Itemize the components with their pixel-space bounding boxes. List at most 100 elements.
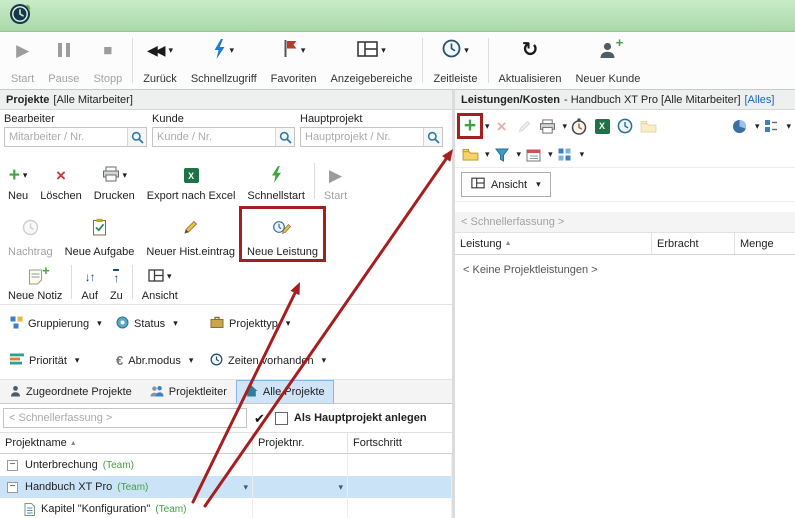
schnellzugriff-button[interactable]: ▾ Schnellzugriff — [184, 33, 264, 88]
chevron-down-icon[interactable]: ▾ — [580, 150, 585, 159]
projects-filter-row1: Gruppierung ▾ Status ▾ Projekttyp ▾ — [0, 305, 452, 342]
neue-notiz-button[interactable]: + Neue Notiz — [2, 260, 68, 304]
neue-leistung-button[interactable]: Neue Leistung — [241, 208, 324, 260]
chevron-down-icon[interactable]: ▾ — [229, 46, 234, 55]
services-ansicht-button[interactable]: Ansicht ▾ — [461, 172, 551, 197]
calendar-button[interactable] — [522, 144, 544, 166]
pie-chart-button[interactable] — [729, 115, 751, 137]
blocks-button[interactable] — [554, 144, 576, 166]
alles-link[interactable]: [Alles] — [745, 94, 775, 106]
plus-badge-icon: + — [42, 264, 50, 277]
projects-title: Projekte — [6, 94, 49, 106]
zeitleiste-button[interactable]: ▾ Zeitleiste — [426, 33, 484, 88]
bearbeiter-input[interactable] — [5, 128, 127, 146]
prioritaet-button[interactable]: Priorität ▾ — [4, 349, 102, 372]
chevron-down-icon[interactable]: ▾ — [169, 46, 174, 55]
chevron-down-icon[interactable]: ▾ — [517, 150, 522, 159]
favoriten-button[interactable]: ▾ Favoriten — [264, 33, 324, 88]
tab-zugeordnete-projekte[interactable]: Zugeordnete Projekte — [1, 380, 141, 403]
inline-dropdown-icon[interactable]: ▾ — [243, 482, 248, 493]
chevron-down-icon[interactable]: ▾ — [75, 356, 80, 365]
neuer-hist-eintrag-button[interactable]: Neuer Hist.eintrag — [140, 208, 241, 260]
projekttyp-button[interactable]: Projekttyp ▾ — [204, 312, 296, 335]
ansicht-button[interactable]: ▾ Ansicht — [136, 260, 184, 304]
chevron-down-icon[interactable]: ▾ — [786, 122, 791, 131]
search-button[interactable] — [423, 128, 442, 146]
aktualisieren-button[interactable]: ↻ Aktualisieren — [492, 33, 569, 88]
export-excel-button[interactable]: X Export nach Excel — [141, 158, 242, 204]
column-header-leistung[interactable]: Leistung ▲ — [455, 233, 652, 254]
hauptprojekt-input[interactable] — [301, 128, 423, 146]
chevron-down-icon[interactable]: ▾ — [123, 171, 128, 180]
inline-dropdown-icon[interactable]: ▾ — [338, 482, 343, 493]
chevron-down-icon[interactable]: ▾ — [381, 46, 386, 55]
folder-view-button[interactable] — [459, 144, 481, 166]
column-header-fortschritt[interactable]: Fortschritt — [348, 433, 452, 453]
chevron-down-icon[interactable]: ▾ — [97, 319, 102, 328]
chevron-down-icon[interactable]: ▾ — [464, 46, 469, 55]
chevron-down-icon[interactable]: ▾ — [301, 46, 306, 55]
ansicht-label: Ansicht — [142, 290, 178, 302]
search-button[interactable] — [127, 128, 146, 146]
sort-asc-icon: ▲ — [70, 440, 77, 447]
chevron-down-icon[interactable]: ▾ — [548, 150, 553, 159]
excel-export-button[interactable]: X — [591, 115, 613, 137]
neuer-kunde-button[interactable]: + Neuer Kunde — [568, 33, 647, 88]
column-header-projektname[interactable]: Projektname ▲ — [0, 433, 253, 453]
auf-button[interactable]: ↓↑ Auf — [75, 260, 104, 304]
loeschen-label: Löschen — [40, 190, 82, 202]
chevron-down-icon[interactable]: ▾ — [173, 319, 178, 328]
chevron-down-icon[interactable]: ▾ — [485, 150, 490, 159]
services-title: Leistungen/Kosten — [461, 94, 560, 106]
loeschen-button[interactable]: × Löschen — [34, 158, 88, 204]
print-button[interactable] — [537, 115, 559, 137]
checklist-button[interactable] — [760, 115, 782, 137]
table-row[interactable]: Kapitel "Konfiguration" (Team) — [0, 498, 452, 518]
column-header-menge[interactable]: Menge — [735, 233, 795, 254]
billing-mode-icon: € — [116, 354, 123, 367]
anzeigebereiche-button[interactable]: ▾ Anzeigebereiche — [324, 33, 420, 88]
tab-alle-projekte[interactable]: Alle Projekte — [236, 380, 334, 403]
drucken-button[interactable]: ▾ Drucken — [88, 158, 141, 204]
delete-icon: × — [56, 167, 66, 184]
chevron-down-icon[interactable]: ▾ — [322, 356, 327, 365]
zurueck-button[interactable]: ◀◀ ▾ Zurück — [136, 33, 184, 88]
chevron-down-icon[interactable]: ▾ — [485, 122, 490, 131]
neue-aufgabe-button[interactable]: Neue Aufgabe — [59, 208, 141, 260]
column-header-erbracht[interactable]: Erbracht — [652, 233, 735, 254]
chevron-down-icon[interactable]: ▾ — [167, 272, 172, 281]
chevron-down-icon[interactable]: ▾ — [536, 180, 541, 189]
schnellstart-button[interactable]: Schnellstart — [241, 158, 310, 204]
confirm-check-icon[interactable]: ✔ — [251, 412, 268, 425]
status-button[interactable]: Status ▾ — [110, 312, 190, 336]
search-button[interactable] — [275, 128, 294, 146]
abrmodus-button[interactable]: € Abr.modus ▾ — [110, 350, 190, 371]
table-row-selected[interactable]: − Handbuch XT Pro (Team) ▾ ▾ — [0, 476, 452, 498]
collapse-expander-icon[interactable]: − — [7, 460, 18, 471]
quick-entry-input[interactable] — [3, 408, 247, 428]
gruppierung-button[interactable]: Gruppierung ▾ — [4, 312, 102, 336]
chevron-down-icon[interactable]: ▾ — [189, 356, 194, 365]
chevron-down-icon[interactable]: ▾ — [23, 171, 28, 180]
services-ansicht-label: Ansicht — [491, 179, 527, 191]
add-service-button[interactable]: + — [459, 115, 481, 137]
hauptprojekt-checkbox[interactable] — [275, 412, 288, 425]
filter-button[interactable] — [491, 144, 513, 166]
projects-quick-entry-row: ✔ Als Hauptprojekt anlegen — [0, 404, 452, 432]
zu-button[interactable]: ↑ Zu — [104, 260, 129, 304]
chevron-down-icon[interactable]: ▾ — [755, 122, 760, 131]
chevron-down-icon[interactable]: ▾ — [286, 319, 291, 328]
person-icon: + — [599, 41, 616, 59]
zeiten-vorhanden-button[interactable]: Zeiten vorhanden ▾ — [204, 349, 332, 373]
kunde-input[interactable] — [153, 128, 275, 146]
stopwatch-button[interactable] — [568, 115, 590, 137]
neu-button[interactable]: + ▾ Neu — [2, 158, 34, 204]
table-row[interactable]: − Unterbrechung (Team) — [0, 454, 452, 476]
column-header-projektnr[interactable]: Projektnr. — [253, 433, 348, 453]
services-toolbar-row2: ▾ ▾ ▾ ▾ — [455, 142, 795, 168]
tab-projektleiter[interactable]: Projektleiter — [141, 380, 236, 403]
clock-icon — [210, 353, 223, 369]
time-overview-button[interactable] — [614, 115, 636, 137]
collapse-expander-icon[interactable]: − — [7, 482, 18, 493]
chevron-down-icon[interactable]: ▾ — [563, 122, 568, 131]
